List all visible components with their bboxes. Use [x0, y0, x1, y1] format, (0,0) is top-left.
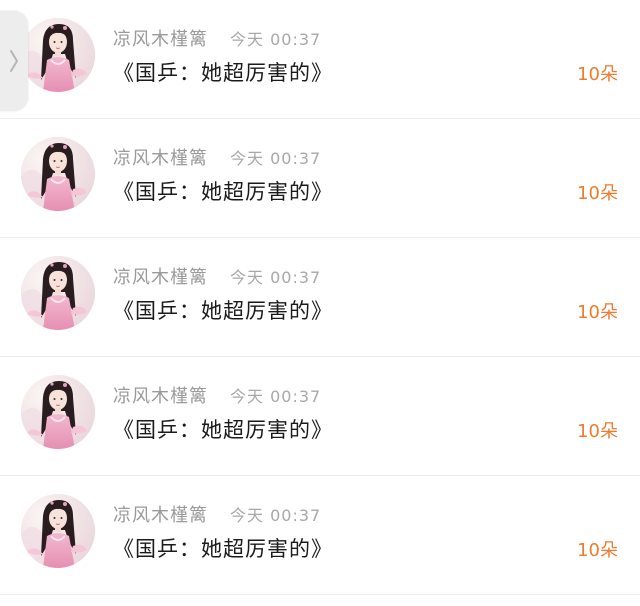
- avatar[interactable]: [21, 494, 95, 568]
- timestamp: 今天 00:37: [230, 30, 322, 49]
- avatar-image: [21, 375, 95, 449]
- user-name: 凉风木槿篱: [113, 505, 208, 526]
- gift-record-list: 凉风木槿篱 今天 00:37 《国乒：她超厉害的》 10朵 凉风木槿篱 今天 0…: [0, 0, 640, 606]
- avatar[interactable]: [21, 256, 95, 330]
- chevron-right-icon: [10, 50, 18, 72]
- timestamp: 今天 00:37: [230, 268, 322, 287]
- list-item[interactable]: 凉风木槿篱 今天 00:37 《国乒：她超厉害的》 10朵: [0, 119, 640, 238]
- list-item[interactable]: 凉风木槿篱 今天 00:37 《国乒：她超厉害的》 10朵: [0, 238, 640, 357]
- list-item[interactable]: 凉风木槿篱 今天 00:37 《国乒：她超厉害的》 10朵: [0, 476, 640, 595]
- gift-count: 10朵: [577, 421, 618, 442]
- gift-title: 《国乒：她超厉害的》: [113, 418, 333, 442]
- gift-count: 10朵: [577, 540, 618, 561]
- item-meta: 凉风木槿篱 今天 00:37: [113, 264, 321, 288]
- gift-title: 《国乒：她超厉害的》: [113, 180, 333, 204]
- gift-title: 《国乒：她超厉害的》: [113, 537, 333, 561]
- avatar[interactable]: [21, 18, 95, 92]
- avatar-image: [21, 256, 95, 330]
- item-meta: 凉风木槿篱 今天 00:37: [113, 26, 321, 50]
- user-name: 凉风木槿篱: [113, 267, 208, 288]
- item-meta: 凉风木槿篱 今天 00:37: [113, 502, 321, 526]
- list-item[interactable]: 凉风木槿篱 今天 00:37 《国乒：她超厉害的》 10朵: [0, 0, 640, 119]
- avatar[interactable]: [21, 137, 95, 211]
- gift-title: 《国乒：她超厉害的》: [113, 61, 333, 85]
- user-name: 凉风木槿篱: [113, 148, 208, 169]
- avatar-image: [21, 18, 95, 92]
- list-item[interactable]: 凉风木槿篱 今天 00:37 《国乒：她超厉害的》 10朵: [0, 357, 640, 476]
- gift-count: 10朵: [577, 64, 618, 85]
- item-meta: 凉风木槿篱 今天 00:37: [113, 383, 321, 407]
- gift-count: 10朵: [577, 183, 618, 204]
- item-meta: 凉风木槿篱 今天 00:37: [113, 145, 321, 169]
- user-name: 凉风木槿篱: [113, 29, 208, 50]
- gift-title: 《国乒：她超厉害的》: [113, 299, 333, 323]
- divider: [0, 594, 640, 595]
- avatar[interactable]: [21, 375, 95, 449]
- gift-count: 10朵: [577, 302, 618, 323]
- timestamp: 今天 00:37: [230, 149, 322, 168]
- avatar-image: [21, 494, 95, 568]
- user-name: 凉风木槿篱: [113, 386, 208, 407]
- avatar-image: [21, 137, 95, 211]
- side-drawer-handle[interactable]: [0, 11, 28, 111]
- timestamp: 今天 00:37: [230, 506, 322, 525]
- timestamp: 今天 00:37: [230, 387, 322, 406]
